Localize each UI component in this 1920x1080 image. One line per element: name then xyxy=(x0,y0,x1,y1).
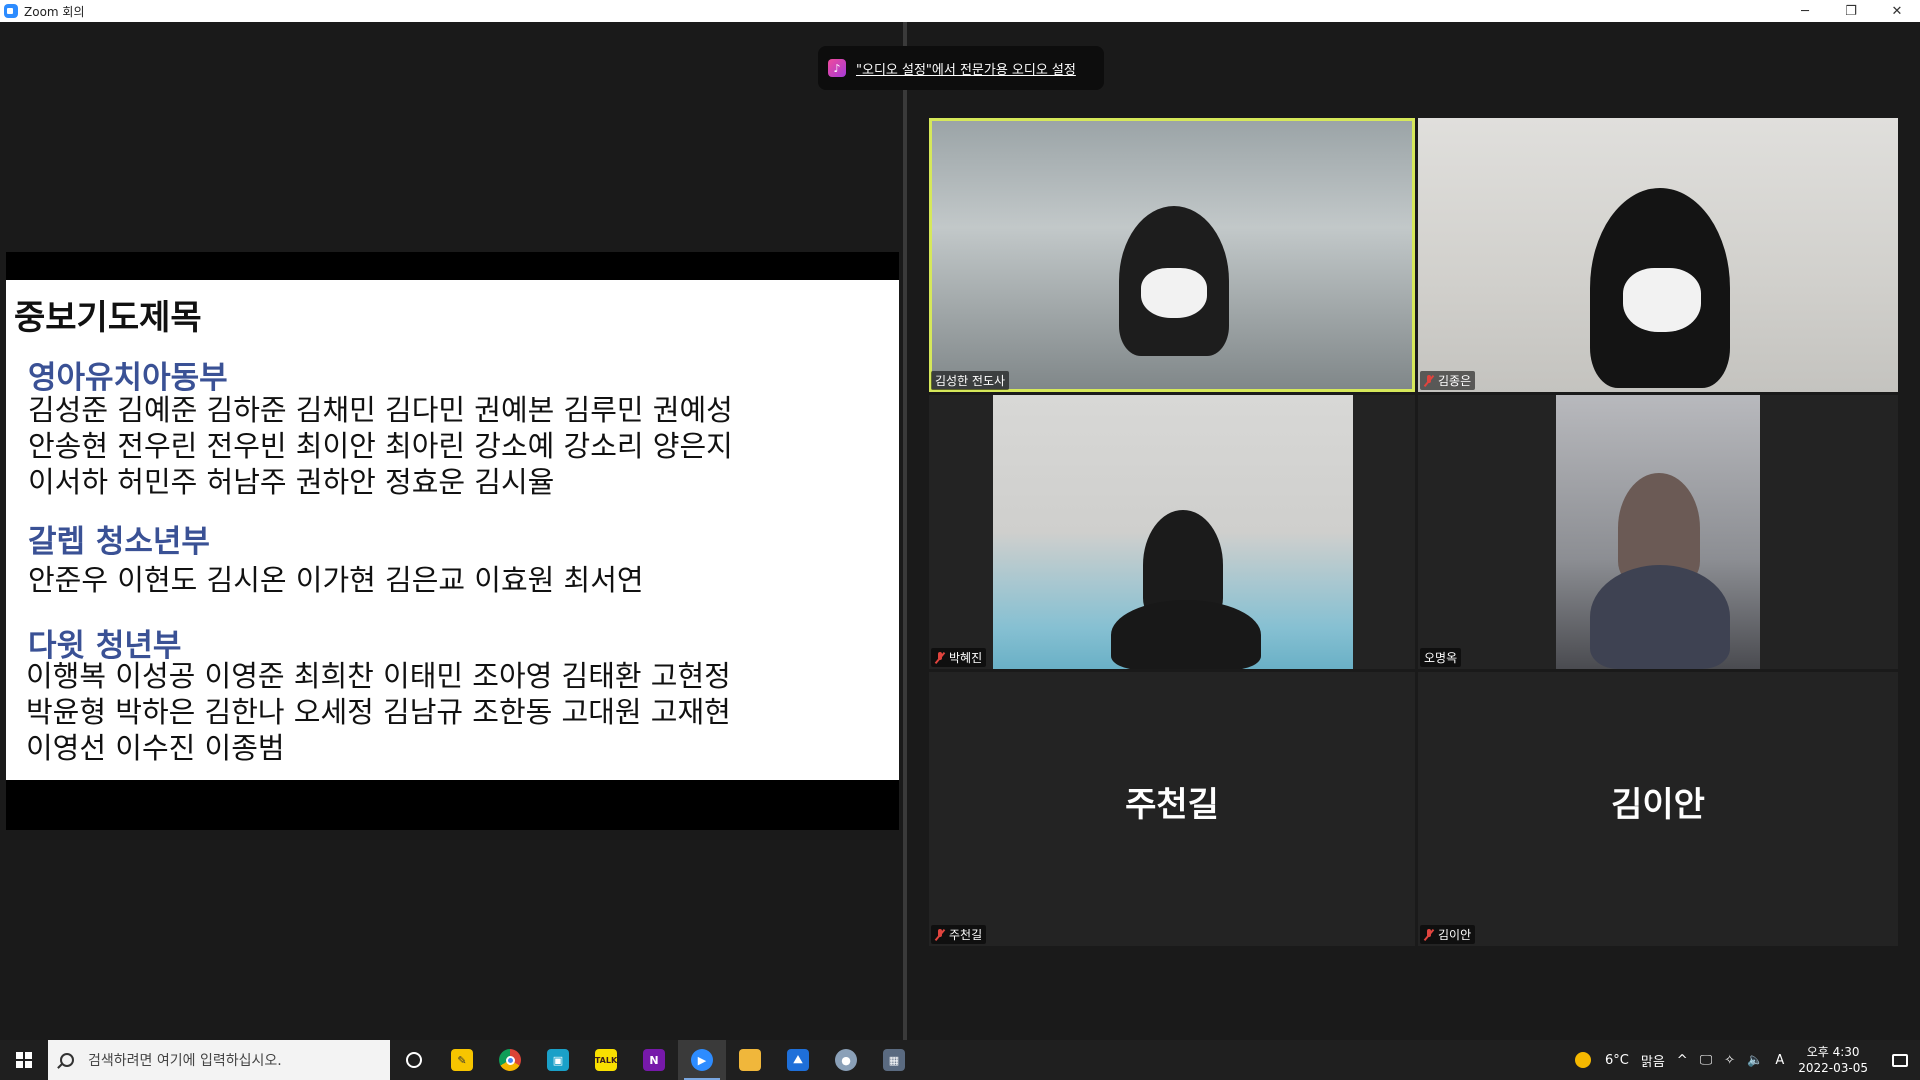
mic-muted-icon xyxy=(1424,928,1434,941)
windows-logo-icon xyxy=(16,1052,32,1068)
mic-muted-icon xyxy=(935,651,945,664)
name-line: 이영선 이수진 이종범 xyxy=(26,731,285,765)
task-view-button[interactable] xyxy=(390,1040,438,1080)
close-button[interactable]: ✕ xyxy=(1874,0,1920,22)
meeting-stage: ♪ "오디오 설정"에서 전문가용 오디오 설정 중보기도제목 영아유치아동부 … xyxy=(0,22,1920,1040)
file-explorer-app[interactable] xyxy=(726,1040,774,1080)
search-placeholder: 검색하려면 여기에 입력하십시오. xyxy=(88,1053,282,1069)
minimize-button[interactable]: ─ xyxy=(1782,0,1828,22)
participant-tile[interactable]: 김종은 xyxy=(1418,118,1898,392)
name-line: 이서하 허민주 허남주 권하안 정효운 김시율 xyxy=(28,465,555,499)
search-icon xyxy=(60,1053,74,1067)
participant-display-name: 주천길 xyxy=(1125,785,1219,825)
onenote-app[interactable]: N xyxy=(630,1040,678,1080)
participant-name-label: 주천길 xyxy=(931,925,987,944)
sticky-notes-icon: ✎ xyxy=(451,1049,473,1071)
participant-display-name: 김이안 xyxy=(1611,785,1705,825)
zoom-app[interactable]: ▶ xyxy=(678,1040,726,1080)
chrome-icon xyxy=(499,1049,521,1071)
taskbar-search-box[interactable]: 검색하려면 여기에 입력하십시오. xyxy=(48,1040,390,1080)
zoom-icon: ▶ xyxy=(691,1049,713,1071)
windows-taskbar: 검색하려면 여기에 입력하십시오. ✎ ▣ TALK N ▶ ⛰ ● ▦ 6°C… xyxy=(0,1040,1920,1080)
section-heading: 갈렙 청소년부 xyxy=(28,524,210,560)
calculator-app[interactable]: ▦ xyxy=(870,1040,918,1080)
weather-temperature[interactable]: 6°C xyxy=(1605,1053,1629,1068)
speaker-icon[interactable]: 🔈 xyxy=(1747,1053,1763,1068)
paint-app[interactable]: ● xyxy=(822,1040,870,1080)
folder-icon xyxy=(739,1049,761,1071)
face-mask xyxy=(1623,268,1701,332)
restore-button[interactable]: ❐ xyxy=(1828,0,1874,22)
ime-indicator[interactable]: A xyxy=(1775,1053,1784,1068)
name-line: 이행복 이성공 이영준 최희찬 이태민 조아영 김태환 고현정 xyxy=(26,659,731,693)
audio-settings-link[interactable]: "오디오 설정"에서 전문가용 오디오 설정 xyxy=(856,59,1076,78)
clock-date: 2022-03-05 xyxy=(1798,1061,1868,1075)
window-title: Zoom 회의 xyxy=(24,4,85,19)
name-line: 김성준 김예준 김하준 김채민 김다민 권예본 김루민 권예성 xyxy=(28,393,733,427)
participant-video-figure xyxy=(1111,600,1261,669)
chevron-up-icon[interactable]: ^ xyxy=(1677,1053,1688,1068)
sticky-notes-app[interactable]: ✎ xyxy=(438,1040,486,1080)
paint-palette-icon: ● xyxy=(835,1049,857,1071)
zoom-app-icon xyxy=(4,4,18,18)
kakaotalk-icon: TALK xyxy=(595,1049,617,1071)
chrome-app[interactable] xyxy=(486,1040,534,1080)
window-titlebar: Zoom 회의 ─ ❐ ✕ xyxy=(0,0,1920,22)
participant-video-figure xyxy=(1590,565,1730,669)
participant-name-label: 박혜진 xyxy=(931,648,987,667)
notification-icon xyxy=(1892,1053,1908,1067)
taskbar-clock[interactable]: 오후 4:30 2022-03-05 xyxy=(1798,1044,1868,1076)
participant-video xyxy=(1556,395,1760,669)
dropbox-icon[interactable]: ✧ xyxy=(1724,1053,1735,1068)
sun-weather-icon xyxy=(1575,1052,1592,1068)
audio-settings-notice[interactable]: ♪ "오디오 설정"에서 전문가용 오디오 설정 xyxy=(818,46,1104,90)
clock-time: 오후 4:30 xyxy=(1806,1045,1860,1059)
network-icon[interactable]: 🖵 xyxy=(1700,1053,1713,1068)
face-mask xyxy=(1141,268,1207,318)
kakaotalk-app[interactable]: TALK xyxy=(582,1040,630,1080)
name-line: 안송현 전우린 전우빈 최이안 최아린 강소예 강소리 양은지 xyxy=(28,429,733,463)
window-controls: ─ ❐ ✕ xyxy=(1782,0,1920,22)
participant-video xyxy=(993,395,1353,669)
mic-muted-icon xyxy=(1424,374,1434,387)
start-button[interactable] xyxy=(0,1040,48,1080)
weather-condition[interactable]: 맑음 xyxy=(1641,1051,1665,1070)
name-line: 안준우 이현도 김시온 이가현 김은교 이효원 최서연 xyxy=(28,563,644,597)
shared-slide: 중보기도제목 영아유치아동부 김성준 김예준 김하준 김채민 김다민 권예본 김… xyxy=(6,280,899,780)
mic-muted-icon xyxy=(935,928,945,941)
split-divider[interactable] xyxy=(903,22,907,1040)
music-note-icon: ♪ xyxy=(828,59,846,77)
participant-tile[interactable]: 오명옥 xyxy=(1418,395,1898,669)
participant-name-label: 김이안 xyxy=(1420,925,1476,944)
participant-tile[interactable]: 김이안 김이안 xyxy=(1418,672,1898,946)
participant-tile[interactable]: 김성한 전도사 xyxy=(929,118,1415,392)
participant-tile[interactable]: 주천길 주천길 xyxy=(929,672,1415,946)
photos-app[interactable]: ⛰ xyxy=(774,1040,822,1080)
system-tray: 6°C 맑음 ^ 🖵 ✧ 🔈 A 오후 4:30 2022-03-05 xyxy=(1575,1040,1920,1080)
onenote-icon: N xyxy=(643,1049,665,1071)
name-line: 박윤형 박하은 김한나 오세정 김남규 조한동 고대원 고재현 xyxy=(26,695,731,729)
participant-name-label: 김종은 xyxy=(1420,371,1476,390)
participant-name-label: 오명옥 xyxy=(1420,648,1462,667)
task-view-icon xyxy=(406,1052,422,1068)
calculator-icon: ▦ xyxy=(883,1049,905,1071)
participant-tile[interactable]: 박혜진 xyxy=(929,395,1415,669)
photos-icon: ⛰ xyxy=(787,1049,809,1071)
calendar-app[interactable]: ▣ xyxy=(534,1040,582,1080)
calendar-icon: ▣ xyxy=(547,1049,569,1071)
screen-share-area: 중보기도제목 영아유치아동부 김성준 김예준 김하준 김채민 김다민 권예본 김… xyxy=(6,252,899,830)
participant-name-label: 김성한 전도사 xyxy=(931,371,1010,390)
section-heading: 영아유치아동부 xyxy=(28,360,228,396)
notification-center-button[interactable] xyxy=(1880,1040,1920,1080)
slide-title: 중보기도제목 xyxy=(14,298,202,338)
